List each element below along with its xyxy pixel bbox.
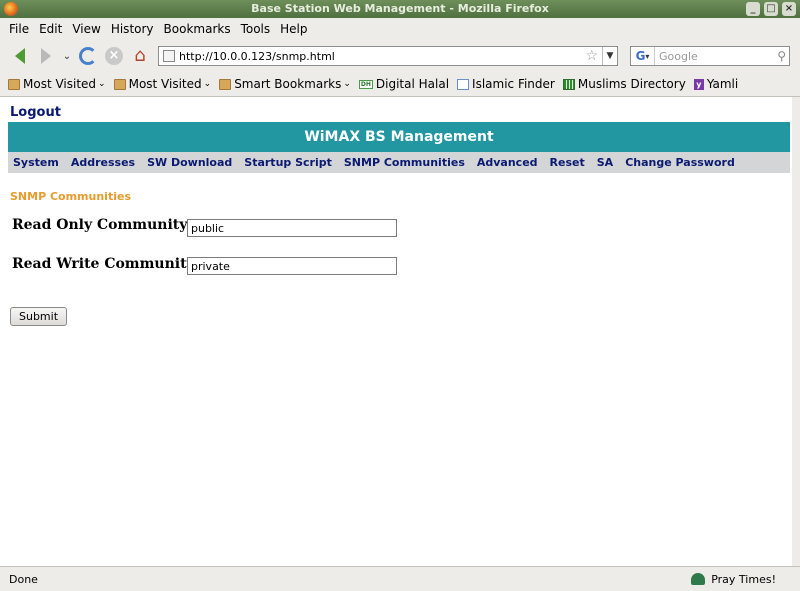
search-icon[interactable]: ⚲: [774, 49, 789, 63]
bookmark-yamli[interactable]: y Yamli: [693, 77, 739, 91]
navigation-toolbar: ⌄ × ⌂ ☆ ▼ G▾ ⚲: [0, 40, 800, 72]
menu-view[interactable]: View: [67, 22, 105, 36]
bookmark-label: Islamic Finder: [472, 77, 555, 91]
bookmark-digital-halal[interactable]: DH Digital Halal: [358, 77, 450, 91]
chevron-down-icon: ⌄: [62, 50, 72, 62]
site-identity-icon[interactable]: [163, 50, 175, 62]
menu-edit[interactable]: Edit: [34, 22, 67, 36]
home-button[interactable]: ⌂: [128, 44, 152, 68]
menu-bar: File Edit View History Bookmarks Tools H…: [0, 18, 800, 40]
stop-icon: ×: [105, 47, 123, 65]
folder-icon: [8, 78, 20, 90]
chevron-down-icon: ⌄: [343, 79, 351, 89]
bookmark-most-visited-2[interactable]: Most Visited ⌄: [113, 77, 212, 91]
reload-button[interactable]: [76, 44, 100, 68]
bookmark-smart-bookmarks[interactable]: Smart Bookmarks ⌄: [219, 77, 351, 91]
vertical-scrollbar[interactable]: [792, 97, 800, 566]
menu-bookmarks[interactable]: Bookmarks: [159, 22, 236, 36]
nav-sa[interactable]: SA: [597, 156, 613, 169]
nav-startup-script[interactable]: Startup Script: [244, 156, 332, 169]
bookmark-star-icon[interactable]: ☆: [581, 48, 602, 64]
menu-tools[interactable]: Tools: [236, 22, 276, 36]
stop-button[interactable]: ×: [102, 44, 126, 68]
bookmark-muslims-directory[interactable]: Muslims Directory: [562, 77, 686, 91]
window-title: Base Station Web Management - Mozilla Fi…: [251, 2, 549, 15]
logout-link[interactable]: Logout: [10, 105, 61, 120]
bookmark-islamic-finder[interactable]: Islamic Finder: [457, 77, 555, 91]
chevron-down-icon: ⌄: [98, 79, 106, 89]
bookmark-label: Smart Bookmarks: [234, 77, 342, 91]
muslims-directory-icon: [562, 78, 575, 90]
url-input[interactable]: [179, 49, 582, 63]
search-bar[interactable]: G▾ ⚲: [630, 46, 790, 66]
site-navigation: System Addresses SW Download Startup Scr…: [8, 152, 790, 173]
reload-icon: [79, 47, 97, 65]
nav-sw-download[interactable]: SW Download: [147, 156, 232, 169]
bookmarks-toolbar: Most Visited ⌄ Most Visited ⌄ Smart Book…: [0, 72, 800, 97]
islamic-finder-icon: [457, 78, 470, 90]
nav-reset[interactable]: Reset: [550, 156, 585, 169]
menu-help[interactable]: Help: [275, 22, 312, 36]
pray-times-button[interactable]: Pray Times!: [691, 573, 776, 586]
nav-snmp-communities[interactable]: SNMP Communities: [344, 156, 465, 169]
bookmark-label: Most Visited: [128, 77, 202, 91]
forward-button[interactable]: [34, 44, 58, 68]
section-title: SNMP Communities: [10, 190, 131, 203]
pray-times-label: Pray Times!: [711, 572, 776, 586]
search-input[interactable]: [655, 49, 775, 63]
digital-halal-icon: DH: [358, 79, 373, 89]
read-write-community-input[interactable]: [187, 257, 397, 275]
bookmark-label: Digital Halal: [375, 77, 450, 91]
home-icon: ⌂: [134, 45, 146, 66]
firefox-icon: [4, 2, 18, 16]
url-bar[interactable]: ☆ ▼: [158, 46, 618, 66]
read-write-community-label: Read Write Community:: [12, 256, 200, 272]
menu-history[interactable]: History: [106, 22, 159, 36]
bookmark-label: Most Visited: [23, 77, 97, 91]
search-engine-selector[interactable]: G ▾: [631, 47, 655, 65]
history-dropdown-button[interactable]: ⌄: [60, 44, 74, 68]
read-only-community-label: Read Only Community:: [12, 217, 193, 233]
minimize-button[interactable]: _: [746, 2, 760, 16]
mosque-icon: [691, 573, 706, 585]
page-banner: WiMAX BS Management: [8, 122, 790, 152]
nav-advanced[interactable]: Advanced: [477, 156, 538, 169]
status-text: Done: [9, 572, 38, 586]
bookmark-most-visited[interactable]: Most Visited ⌄: [8, 77, 106, 91]
nav-system[interactable]: System: [13, 156, 59, 169]
back-button[interactable]: [8, 44, 32, 68]
window-controls: _ □ ×: [746, 2, 796, 16]
maximize-button[interactable]: □: [764, 2, 778, 16]
back-arrow-icon: [15, 48, 25, 64]
page-content: Logout WiMAX BS Management System Addres…: [0, 97, 792, 566]
submit-button[interactable]: Submit: [10, 307, 68, 326]
folder-icon: [219, 78, 232, 90]
bookmark-label: Muslims Directory: [577, 77, 686, 91]
menu-file[interactable]: File: [0, 22, 34, 36]
folder-icon: [113, 78, 126, 90]
close-button[interactable]: ×: [782, 2, 796, 16]
nav-addresses[interactable]: Addresses: [71, 156, 135, 169]
forward-arrow-icon: [41, 48, 51, 64]
status-bar: Done Pray Times!: [0, 566, 800, 591]
window-title-bar: Base Station Web Management - Mozilla Fi…: [0, 0, 800, 18]
read-only-community-input[interactable]: [187, 219, 397, 237]
yamli-icon: y: [693, 78, 704, 90]
url-history-dropdown[interactable]: ▼: [602, 47, 617, 65]
chevron-down-icon: ⌄: [203, 79, 212, 89]
google-icon: G: [635, 49, 646, 63]
bookmark-label: Yamli: [706, 77, 739, 91]
nav-change-password[interactable]: Change Password: [625, 156, 735, 169]
